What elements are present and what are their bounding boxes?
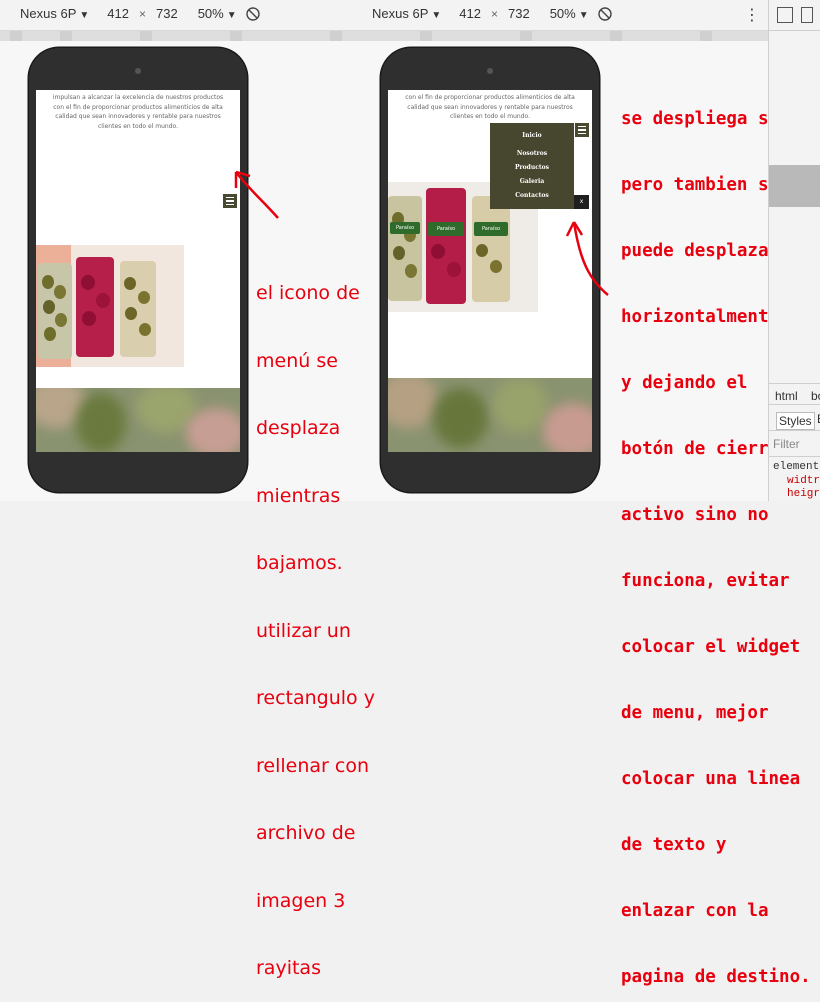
style-prop-height[interactable]: heigr — [787, 488, 820, 500]
element-style-label: element — [773, 461, 820, 473]
devtools-panel: html bo Styles E Filter element widtr he… — [768, 0, 820, 501]
devtools-scroll-area — [769, 165, 820, 207]
arrow-to-menu-icon — [235, 171, 279, 219]
device-toggle-icon[interactable] — [801, 7, 813, 23]
style-prop-width[interactable]: widtr — [787, 475, 820, 487]
arrow-to-close-button — [572, 221, 609, 296]
tab-body[interactable]: bo — [811, 389, 820, 403]
styles-filter-input[interactable]: Filter — [773, 437, 800, 451]
tab-html[interactable]: html — [775, 389, 798, 403]
inspect-element-icon[interactable] — [777, 7, 793, 23]
styles-tab[interactable]: Styles — [776, 412, 815, 430]
annotation-left: el icono de menú se desplaza mientras ba… — [256, 282, 375, 979]
